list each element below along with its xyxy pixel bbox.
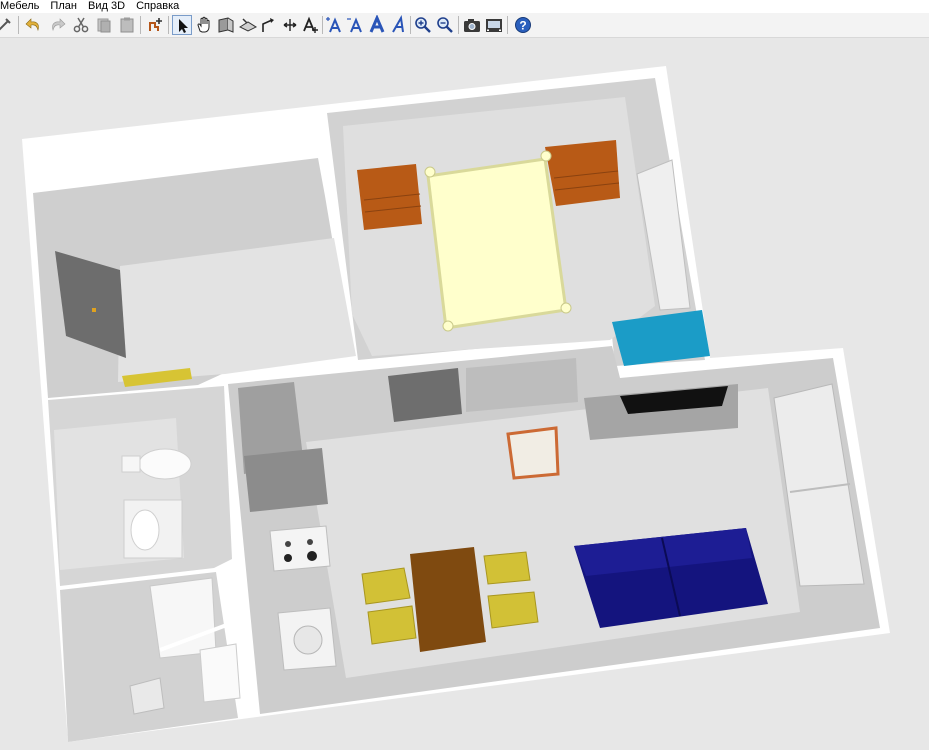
stove-burner <box>284 554 292 562</box>
hallway-door-handle <box>92 308 96 312</box>
bed-post <box>442 320 454 332</box>
stove-burner <box>285 541 291 547</box>
toolbar-separator <box>140 16 141 34</box>
italic-text-icon[interactable] <box>389 15 409 35</box>
3d-view-canvas[interactable] <box>0 38 929 750</box>
create-dimensions-icon[interactable] <box>280 15 300 35</box>
toolbar: ? <box>0 13 929 38</box>
menu-bar: Мебель План Вид 3D Справка <box>0 0 929 13</box>
toilet <box>138 448 192 480</box>
stove-burner <box>307 551 317 561</box>
bed-post <box>540 150 552 162</box>
undo-icon[interactable] <box>24 15 44 35</box>
menu-3d-view[interactable]: Вид 3D <box>88 0 125 12</box>
stove <box>269 525 331 572</box>
zoom-in-icon[interactable] <box>413 15 433 35</box>
add-text-icon[interactable] <box>301 15 321 35</box>
sink-basin <box>130 509 160 551</box>
create-rooms-icon[interactable] <box>238 15 258 35</box>
bold-text-icon[interactable] <box>367 15 387 35</box>
bed-post <box>424 166 436 178</box>
bed <box>426 157 568 330</box>
toolbar-separator <box>410 16 411 34</box>
dining-chair <box>361 567 411 605</box>
create-polylines-icon[interactable] <box>259 15 279 35</box>
toolbar-separator <box>168 16 169 34</box>
bed-post <box>560 302 572 314</box>
paste-icon[interactable] <box>117 15 137 35</box>
zoom-out-icon[interactable] <box>435 15 455 35</box>
cut-icon[interactable] <box>71 15 91 35</box>
toolbar-separator <box>507 16 508 34</box>
svg-text:?: ? <box>519 19 526 33</box>
decrease-text-size-icon[interactable] <box>345 15 365 35</box>
nightstand-right <box>545 140 620 206</box>
redo-icon[interactable] <box>47 15 67 35</box>
create-walls-icon[interactable] <box>216 15 236 35</box>
increase-text-size-icon[interactable] <box>324 15 344 35</box>
toolbar-separator <box>458 16 459 34</box>
mirror-shelf <box>199 643 241 703</box>
bathtub <box>149 577 217 659</box>
armchair <box>506 426 560 480</box>
preferences-tool-icon[interactable] <box>0 15 14 35</box>
menu-help[interactable]: Справка <box>136 0 179 12</box>
select-pointer-icon[interactable] <box>172 15 192 35</box>
help-icon[interactable]: ? <box>513 15 533 35</box>
create-video-icon[interactable] <box>484 15 504 35</box>
dining-chair <box>483 551 531 585</box>
menu-furniture[interactable]: Мебель <box>0 0 39 12</box>
menu-plan[interactable]: План <box>50 0 77 12</box>
kitchen-cabinet-shelf <box>244 448 328 512</box>
toolbar-separator <box>322 16 323 34</box>
dining-table <box>410 547 486 652</box>
add-furniture-icon[interactable] <box>146 15 166 35</box>
washer-door <box>293 625 323 655</box>
toilet-tank <box>121 455 141 473</box>
pan-hand-icon[interactable] <box>194 15 214 35</box>
dining-chair <box>367 605 417 645</box>
create-photo-icon[interactable] <box>462 15 482 35</box>
tv-cabinet-dark <box>388 368 462 422</box>
stove-burner <box>307 539 313 545</box>
copy-icon[interactable] <box>94 15 114 35</box>
dining-chair <box>487 591 539 629</box>
toolbar-separator <box>18 16 19 34</box>
